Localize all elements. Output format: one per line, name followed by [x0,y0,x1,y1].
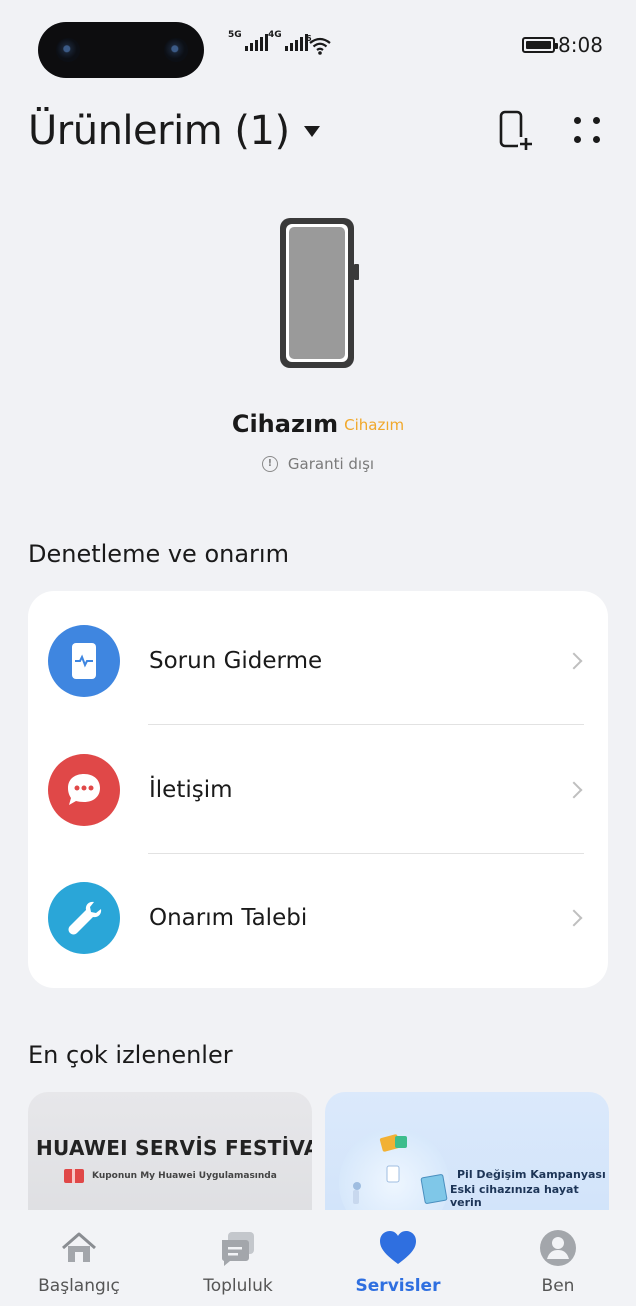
signal-type-label: 5G [228,30,242,40]
wrench-icon [48,882,120,954]
camera-cutout [38,22,204,78]
info-icon: ! [261,456,278,472]
tab-home[interactable]: Başlangıç [9,1210,149,1306]
divider [148,724,584,725]
chevron-right-icon [565,909,583,927]
banner-line2: Eski cihazınıza hayat verin [450,1183,579,1209]
chevron-right-icon [565,781,583,799]
service-item-label: İletişim [149,777,233,803]
device-tag: Cihazım [344,416,405,434]
more-icon[interactable] [572,115,602,145]
warranty-status: ! Garanti dışı [0,455,636,473]
device-image[interactable] [278,216,360,370]
page-title: Ürünlerim (1) [28,108,290,154]
home-icon [59,1228,99,1268]
tab-profile[interactable]: Ben [488,1210,628,1306]
service-item-repair-request[interactable]: Onarım Talebi [28,854,608,982]
service-card: Sorun Giderme İletişim Onarım Talebi [28,591,608,988]
section-title: Denetleme ve onarım [28,540,289,568]
add-device-icon[interactable] [498,110,534,152]
gift-icon [64,1169,84,1183]
chevron-right-icon [565,652,583,670]
service-item-label: Onarım Talebi [149,905,308,931]
tab-label: Servisler [355,1276,441,1296]
community-icon [218,1228,258,1268]
banner-headline: HUAWEI SERVİS FESTİVALİ [36,1136,312,1160]
status-bar: 5G 4G 6 8:08 [0,0,636,90]
battery-icon [522,37,558,53]
camera-lens-icon [56,38,80,62]
caret-down-icon [303,125,320,137]
device-name-row: Cihazım Cihazım [0,410,636,438]
banner-subtitle-row: Kuponun My Huawei Uygulamasında [64,1169,277,1183]
bottom-nav: Başlangıç Topluluk Servisler Ben [0,1210,636,1306]
chat-bubble-icon [48,754,120,826]
tab-community[interactable]: Topluluk [168,1210,308,1306]
tab-label: Ben [541,1276,575,1296]
camera-lens-icon [164,38,188,62]
device-name: Cihazım [231,410,339,438]
signal-type-label: 4G [268,30,282,40]
service-item-label: Sorun Giderme [149,648,323,674]
service-item-contact[interactable]: İletişim [28,726,608,854]
banner-line1: Pil Değişim Kampanyası [457,1168,606,1181]
phone-diagnose-icon [48,625,120,697]
warranty-text: Garanti dışı [287,455,375,473]
heart-icon [378,1228,418,1268]
tab-label: Topluluk [203,1276,273,1296]
tab-label: Başlangıç [38,1276,120,1296]
products-dropdown[interactable]: Ürünlerim (1) [28,108,320,154]
tab-services[interactable]: Servisler [328,1210,468,1306]
profile-icon [538,1228,578,1268]
clock: 8:08 [558,33,603,57]
banner-subtitle: Kuponun My Huawei Uygulamasında [92,1171,277,1181]
section-title: En çok izlenenler [28,1041,233,1069]
service-item-troubleshoot[interactable]: Sorun Giderme [28,597,608,725]
signal-icon: 4G [268,30,308,51]
signal-icon: 5G [228,30,268,51]
wifi-icon: 6 [306,34,334,60]
